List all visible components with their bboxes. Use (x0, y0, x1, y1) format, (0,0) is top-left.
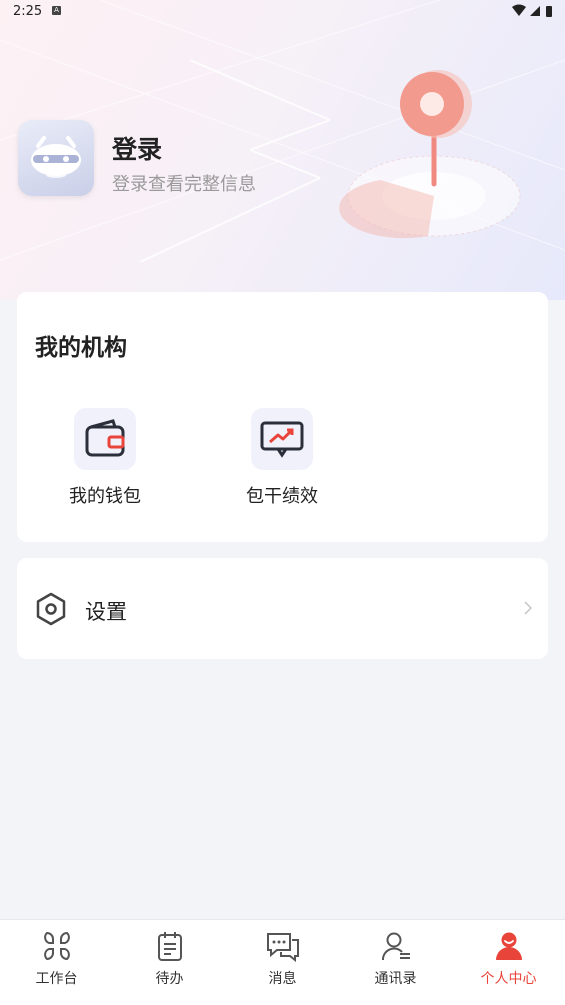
tab-messages[interactable]: 消息 (226, 920, 339, 1005)
workbench-grid-icon (43, 931, 70, 961)
tab-label: 工作台 (35, 971, 78, 987)
performance-chart-icon (251, 408, 313, 470)
tab-contacts[interactable]: 通讯录 (339, 920, 452, 1005)
section-title: 我的机构 (35, 335, 127, 361)
settings-hexagon-icon (36, 592, 66, 626)
wallet-icon (74, 408, 136, 470)
contacts-icon (381, 932, 410, 961)
signal-icon (530, 6, 540, 16)
status-bar: 2:25 A (0, 0, 565, 24)
tab-label: 待办 (155, 971, 184, 987)
tab-workbench[interactable]: 工作台 (0, 920, 113, 1005)
robot-avatar-icon (31, 136, 81, 178)
battery-icon (546, 6, 552, 17)
wallet-label: 我的钱包 (69, 486, 141, 507)
todo-clipboard-icon (157, 932, 182, 961)
settings-row[interactable]: 设置 (17, 558, 548, 659)
avatar[interactable] (18, 120, 94, 196)
my-organization-card: 我的机构 我的钱包 包干绩效 (17, 292, 548, 542)
login-title[interactable]: 登录 (112, 130, 162, 166)
profile-icon (495, 932, 522, 960)
status-icons (512, 4, 552, 17)
tab-label: 通讯录 (374, 971, 417, 987)
tab-label: 个人中心 (480, 971, 537, 987)
settings-label: 设置 (85, 600, 127, 624)
message-icon (266, 933, 299, 963)
chevron-right-icon (524, 601, 532, 615)
status-time: 2:25 (13, 4, 43, 19)
performance-entry[interactable]: 包干绩效 (222, 408, 342, 508)
tab-todo[interactable]: 待办 (113, 920, 226, 1005)
performance-label: 包干绩效 (246, 486, 318, 507)
bottom-tab-bar: 工作台 待办 消息 通讯录 个人中心 (0, 919, 565, 1005)
wifi-icon (512, 4, 526, 16)
wallet-entry[interactable]: 我的钱包 (45, 408, 165, 508)
tab-label: 消息 (268, 971, 297, 987)
tab-profile[interactable]: 个人中心 (452, 920, 565, 1005)
notification-icon: A (52, 6, 61, 15)
login-subtitle: 登录查看完整信息 (112, 174, 256, 195)
